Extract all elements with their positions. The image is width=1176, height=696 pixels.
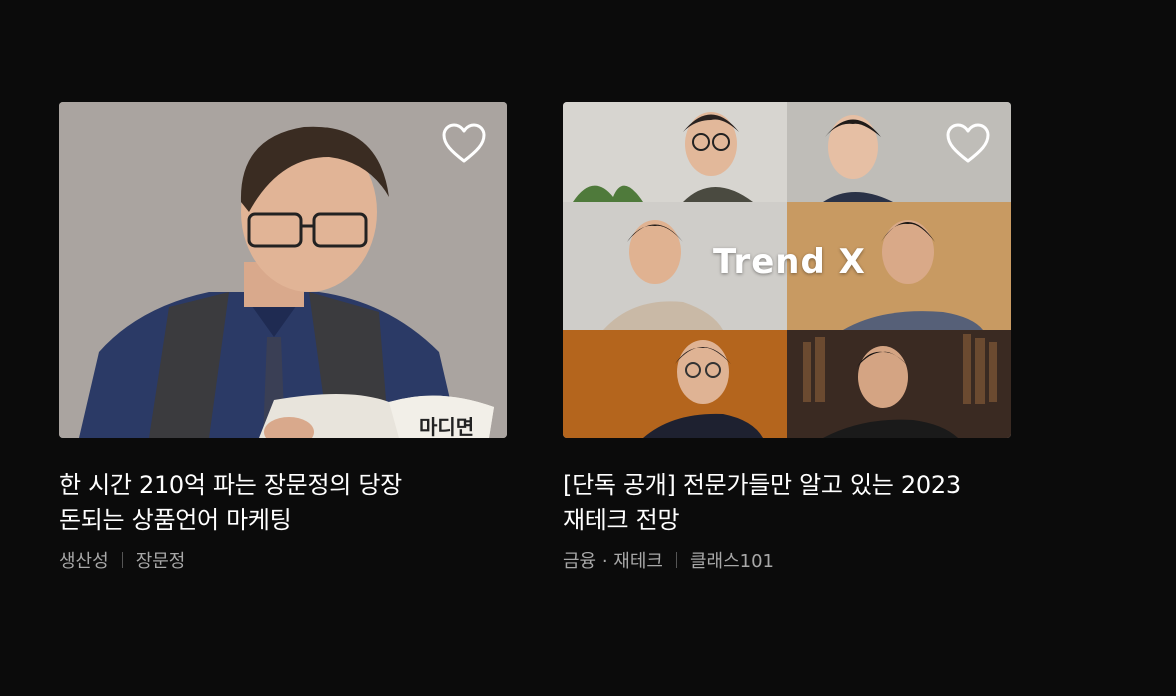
course-title-line: 한 시간 210억 파는 장문정의 당장 — [59, 471, 402, 499]
favorite-heart-icon[interactable] — [945, 122, 991, 164]
svg-text:마디면: 마디면 — [419, 415, 474, 438]
course-card[interactable]: 마디면 한 시간 210억 파는 장문정의 당장 돈되는 상품언어 마케팅 생산… — [59, 102, 507, 573]
meta-divider — [675, 552, 677, 568]
course-title-line: 돈되는 상품언어 마케팅 — [59, 506, 292, 534]
course-title[interactable]: [단독 공개] 전문가들만 알고 있는 2023 재테크 전망 — [563, 468, 1011, 538]
course-thumbnail[interactable]: 마디면 — [59, 102, 507, 438]
course-thumbnail[interactable]: Trend X — [563, 102, 1011, 438]
course-meta: 금융 · 재테크 클래스101 — [563, 547, 1011, 573]
course-creator: 장문정 — [135, 551, 186, 572]
course-category: 생산성 — [59, 551, 109, 572]
course-list: 마디면 한 시간 210억 파는 장문정의 당장 돈되는 상품언어 마케팅 생산… — [59, 102, 1011, 573]
course-card[interactable]: Trend X [단독 공개] 전문가들만 알고 있는 2023 재테크 전망 … — [563, 102, 1011, 573]
instructor-photo: 마디면 — [59, 102, 507, 438]
thumbnail-brand-text: Trend X — [713, 242, 866, 282]
course-meta: 생산성 장문정 — [59, 547, 507, 573]
course-title-line: 재테크 전망 — [563, 506, 680, 534]
course-title-line: [단독 공개] 전문가들만 알고 있는 2023 — [563, 471, 961, 499]
meta-divider — [121, 552, 123, 568]
course-creator: 클래스101 — [689, 551, 775, 572]
favorite-heart-icon[interactable] — [441, 122, 487, 164]
course-title[interactable]: 한 시간 210억 파는 장문정의 당장 돈되는 상품언어 마케팅 — [59, 468, 507, 538]
course-category: 금융 · 재테크 — [563, 551, 663, 572]
